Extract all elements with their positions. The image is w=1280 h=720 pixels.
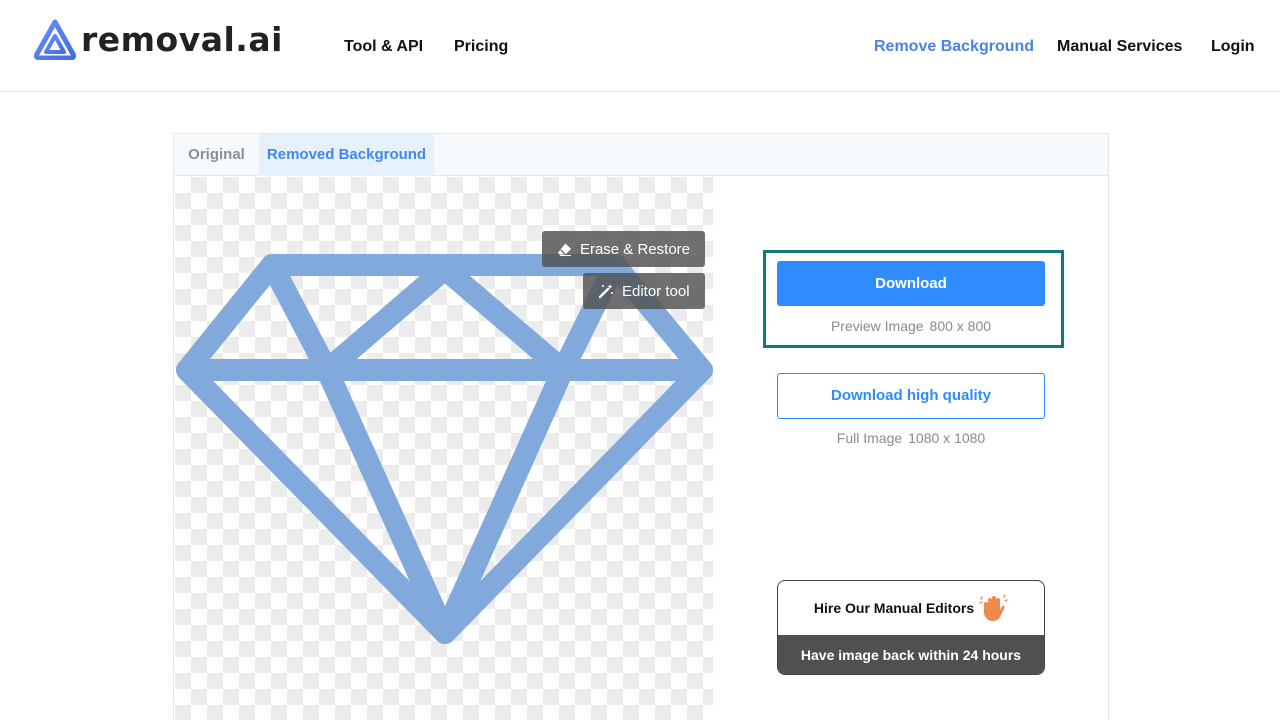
eraser-icon bbox=[557, 243, 572, 257]
download-button[interactable]: Download bbox=[777, 261, 1045, 306]
logo[interactable]: removal.ai bbox=[31, 16, 283, 62]
hire-card-header: Hire Our Manual Editors bbox=[778, 581, 1044, 635]
tab-removed-background[interactable]: Removed Background bbox=[259, 134, 434, 176]
full-size-info: Full Image 1080 x 1080 bbox=[777, 430, 1045, 446]
editor-tool-button[interactable]: Editor tool bbox=[583, 273, 705, 309]
hire-manual-editors-card[interactable]: Hire Our Manual Editors Have image back … bbox=[777, 580, 1045, 675]
magic-wand-icon bbox=[598, 284, 613, 299]
full-size-value: 1080 x 1080 bbox=[908, 430, 986, 446]
full-size-label: Full Image bbox=[836, 430, 903, 446]
hire-subtitle: Have image back within 24 hours bbox=[778, 635, 1044, 674]
waving-hand-icon bbox=[979, 594, 1008, 621]
preview-size-info: Preview Image 800 x 800 bbox=[777, 318, 1045, 334]
editor-tool-label: Editor tool bbox=[622, 282, 690, 300]
nav-pricing[interactable]: Pricing bbox=[454, 38, 508, 56]
erase-restore-button[interactable]: Erase & Restore bbox=[542, 231, 705, 267]
nav-login[interactable]: Login bbox=[1211, 38, 1255, 56]
nav-manual-services[interactable]: Manual Services bbox=[1057, 38, 1182, 56]
logo-text: removal.ai bbox=[81, 19, 283, 59]
nav-tool-api[interactable]: Tool & API bbox=[344, 38, 423, 56]
download-high-quality-button[interactable]: Download high quality bbox=[777, 373, 1045, 419]
nav-remove-background[interactable]: Remove Background bbox=[874, 38, 1034, 56]
preview-size-value: 800 x 800 bbox=[929, 318, 992, 334]
tab-bar: Original Removed Background bbox=[174, 134, 1108, 176]
tab-original[interactable]: Original bbox=[174, 134, 259, 176]
preview-size-label: Preview Image bbox=[830, 318, 924, 334]
removal-logo-icon bbox=[33, 19, 77, 60]
hire-title: Hire Our Manual Editors bbox=[813, 600, 975, 616]
erase-restore-label: Erase & Restore bbox=[579, 240, 690, 258]
image-preview-canvas: Erase & Restore Editor tool bbox=[175, 177, 713, 720]
top-header: removal.ai Tool & API Pricing Remove Bac… bbox=[0, 0, 1280, 92]
